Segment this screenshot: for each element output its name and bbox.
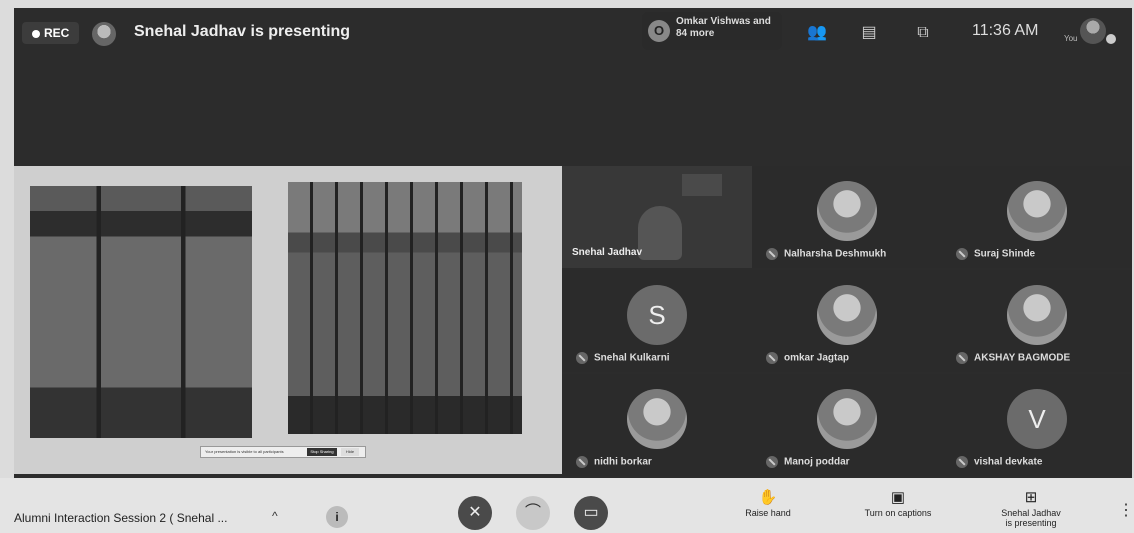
avatar <box>1007 181 1067 241</box>
stop-sharing-button[interactable]: Stop Sharing <box>307 448 337 456</box>
slide-photo-1 <box>30 186 252 438</box>
presenter-avatar <box>92 22 116 46</box>
self-status-dot <box>1106 34 1116 44</box>
background-object <box>682 174 722 196</box>
mic-off-icon <box>956 352 968 364</box>
participant-tile[interactable]: Suraj Shinde <box>942 166 1132 268</box>
chat-icon[interactable]: ▤ <box>858 22 880 44</box>
mic-off-icon <box>576 456 588 468</box>
meeting-info-icon[interactable]: i <box>326 506 348 528</box>
mic-off-icon <box>956 456 968 468</box>
participant-tile[interactable]: omkar Jagtap <box>752 270 942 372</box>
participant-tile[interactable]: S Snehal Kulkarni <box>562 270 752 372</box>
slide-photo-2 <box>288 182 522 434</box>
mic-off-icon <box>956 248 968 260</box>
sharing-notice-text: Your presentation is visible to all part… <box>205 449 284 454</box>
chevron-up-icon[interactable]: ^ <box>272 509 278 523</box>
presenting-status: Snehal Jadhav is presenting <box>134 23 351 40</box>
participant-name: Suraj Shinde <box>974 248 1036 260</box>
raise-hand-label: Raise hand <box>745 508 791 518</box>
camera-off-icon: ▭ <box>583 504 599 521</box>
participant-name: AKSHAY BAGMODE <box>974 352 1071 364</box>
camera-toggle-button[interactable]: ▭ <box>574 496 608 530</box>
sharing-notice: Your presentation is visible to all part… <box>200 446 366 458</box>
mic-off-icon <box>766 352 778 364</box>
avatar <box>817 181 877 241</box>
participant-tile[interactable]: Nalharsha Deshmukh <box>752 166 942 268</box>
meeting-title: Alumni Interaction Session 2 ( Snehal ..… <box>14 511 228 525</box>
recording-badge: REC <box>22 22 80 44</box>
participant-video <box>638 206 682 260</box>
self-avatar[interactable] <box>1080 18 1106 44</box>
you-label: You <box>1064 34 1078 43</box>
present-label-line2: is presenting <box>1005 518 1057 528</box>
present-label-line1: Snehal Jadhav <box>1001 508 1061 518</box>
hand-icon: ✋ <box>758 489 778 506</box>
mic-off-icon: ✕ <box>468 504 482 521</box>
participant-tile[interactable]: nidhi borkar <box>562 374 752 476</box>
avatar: V <box>1007 389 1067 449</box>
avatar: S <box>627 285 687 345</box>
participant-name: Snehal Kulkarni <box>594 352 670 364</box>
bottom-controls: Alumni Interaction Session 2 ( Snehal ..… <box>0 478 1134 533</box>
participant-name: nidhi borkar <box>594 456 652 468</box>
record-dot-icon <box>32 29 40 38</box>
avatar <box>1007 285 1067 345</box>
present-status-button[interactable]: ⊞ Snehal Jadhav is presenting <box>986 488 1076 528</box>
raise-hand-button[interactable]: ✋ Raise hand <box>738 488 798 518</box>
participant-name: Manoj poddar <box>784 456 850 468</box>
hide-button[interactable]: Hide <box>341 448 359 456</box>
people-count-text: Omkar Vishwas and 84 more <box>676 16 771 39</box>
shared-screen: Your presentation is visible to all part… <box>14 166 562 474</box>
people-avatar: O <box>648 20 670 42</box>
mic-toggle-button[interactable]: ✕ <box>458 496 492 530</box>
avatar <box>817 389 877 449</box>
people-icon[interactable]: 👥 <box>806 22 828 44</box>
avatar <box>627 389 687 449</box>
captions-icon: ▣ <box>890 489 906 506</box>
people-chip[interactable]: O Omkar Vishwas and 84 more <box>642 12 782 50</box>
top-bar: REC Snehal Jadhav is presenting O Omkar … <box>14 10 1132 54</box>
participant-name: Nalharsha Deshmukh <box>784 248 887 260</box>
participant-tile[interactable]: AKSHAY BAGMODE <box>942 270 1132 372</box>
participant-name: omkar Jagtap <box>784 352 850 364</box>
captions-button[interactable]: ▣ Turn on captions <box>846 488 950 518</box>
participant-tile-snehal-jadhav[interactable]: Snehal Jadhav <box>562 166 752 268</box>
mic-off-icon <box>766 248 778 260</box>
rec-label: REC <box>44 26 70 40</box>
avatar <box>817 285 877 345</box>
participant-tile[interactable]: V vishal devkate <box>942 374 1132 476</box>
mic-off-icon <box>766 456 778 468</box>
participant-name: vishal devkate <box>974 456 1043 468</box>
present-icon: ⊞ <box>1024 489 1038 506</box>
phone-hangup-icon: ⌒ <box>524 504 541 521</box>
mic-off-icon <box>576 352 588 364</box>
participant-name: Snehal Jadhav <box>572 247 643 258</box>
clock: 11:36 AM <box>972 22 1039 39</box>
participant-tile[interactable]: Manoj poddar <box>752 374 942 476</box>
end-call-button[interactable]: ⌒ <box>516 496 550 530</box>
activities-icon[interactable]: ⧉ <box>912 22 934 44</box>
captions-label: Turn on captions <box>864 508 932 518</box>
more-options-icon[interactable]: ⋮ <box>1118 500 1134 520</box>
